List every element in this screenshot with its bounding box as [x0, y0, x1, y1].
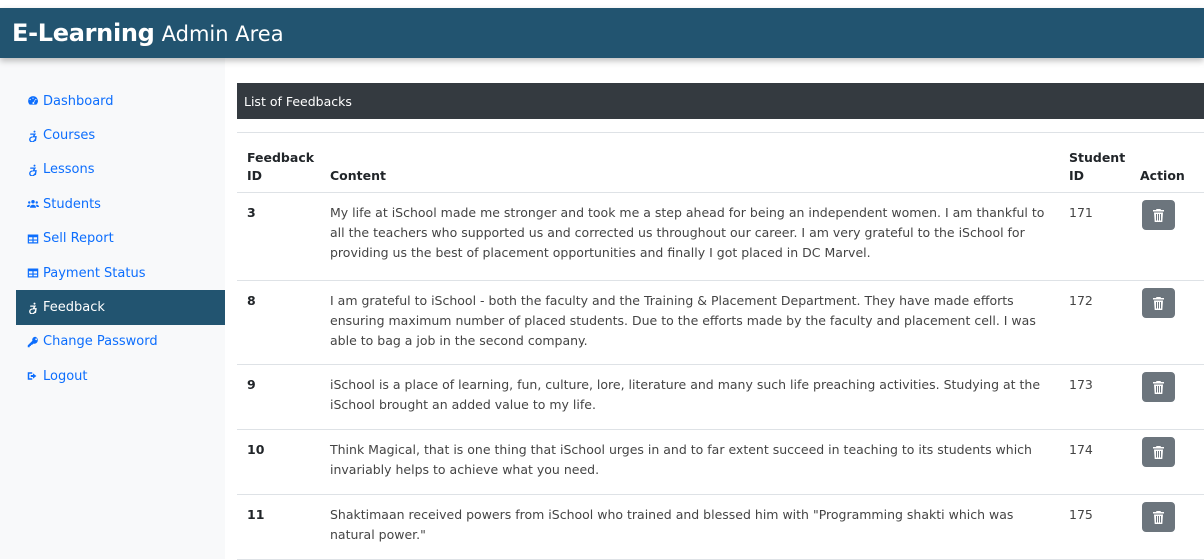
sidebar-item-logout[interactable]: Logout — [16, 359, 225, 393]
student-id-cell: 174 — [1059, 429, 1130, 495]
feedback-table: Feedback ID Content Student ID Action 3 My… — [237, 132, 1204, 560]
feedback-id-cell: 11 — [237, 494, 320, 560]
table-row: 8 I am grateful to iSchool - both the fa… — [237, 280, 1204, 365]
table-icon — [27, 233, 39, 245]
sidebar-item-feedback[interactable]: Feedback — [16, 290, 225, 325]
sidebar-item-lessons[interactable]: Lessons — [16, 153, 225, 187]
delete-button[interactable] — [1142, 200, 1175, 230]
action-cell — [1130, 429, 1204, 495]
accessible-icon — [27, 130, 39, 142]
accessible-icon — [27, 302, 39, 314]
table-row: 9 iSchool is a place of learning, fun, c… — [237, 364, 1204, 430]
trash-icon — [1153, 445, 1164, 459]
feedback-content-cell: Think Magical, that is one thing that iS… — [320, 429, 1059, 495]
feedback-id-cell: 9 — [237, 364, 320, 430]
column-header-content: Content — [320, 132, 1059, 193]
sidebar-item-dashboard[interactable]: Dashboard — [16, 84, 225, 118]
student-id-cell: 171 — [1059, 192, 1130, 281]
column-header-text: ID — [247, 168, 263, 183]
feedback-id-cell: 8 — [237, 280, 320, 365]
trash-icon — [1153, 296, 1164, 310]
trash-icon — [1153, 380, 1164, 394]
feedback-id-cell: 3 — [237, 192, 320, 281]
sidebar-item-students[interactable]: Students — [16, 187, 225, 221]
feedback-id-cell: 10 — [237, 429, 320, 495]
delete-button[interactable] — [1142, 288, 1175, 318]
sidebar-item-change-password[interactable]: Change Password — [16, 325, 225, 359]
table-row: 3 My life at iSchool made me stronger an… — [237, 192, 1204, 281]
sidebar: Dashboard Courses Lessons Students Sell … — [0, 58, 225, 559]
column-header-text: Student — [1069, 150, 1126, 165]
action-cell — [1130, 364, 1204, 430]
accessible-icon — [27, 164, 39, 176]
delete-button[interactable] — [1142, 502, 1175, 532]
action-cell — [1130, 494, 1204, 560]
feedback-content-cell: Shaktimaan received powers from iSchool … — [320, 494, 1059, 560]
sidebar-item-payment-status[interactable]: Payment Status — [16, 256, 225, 290]
table-row: 11 Shaktimaan received powers from iScho… — [237, 494, 1204, 560]
table-header-row: Feedback ID Content Student ID Action — [237, 132, 1204, 193]
column-header-text: Feedback — [247, 150, 315, 165]
action-cell — [1130, 192, 1204, 281]
sidebar-item-label: Students — [43, 196, 101, 212]
main-content: List of Feedbacks Feedback ID Content Stu… — [237, 83, 1204, 560]
sidebar-item-label: Change Password — [43, 334, 158, 350]
table-row: 10 Think Magical, that is one thing that… — [237, 429, 1204, 495]
panel-title: List of Feedbacks — [237, 83, 1204, 119]
top-navbar: E-Learning Admin Area — [0, 8, 1204, 58]
table-body: 3 My life at iSchool made me stronger an… — [237, 192, 1204, 560]
student-id-cell: 175 — [1059, 494, 1130, 560]
users-icon — [27, 198, 39, 210]
trash-icon — [1153, 510, 1164, 524]
column-header-student-id: Student ID — [1059, 132, 1130, 193]
brand-rest: Admin Area — [161, 22, 284, 46]
column-header-feedback-id: Feedback ID — [237, 132, 320, 193]
brand-bold: E-Learning — [12, 19, 155, 47]
student-id-cell: 172 — [1059, 280, 1130, 365]
feedback-content-cell: I am grateful to iSchool - both the facu… — [320, 280, 1059, 365]
trash-icon — [1153, 208, 1164, 222]
action-cell — [1130, 280, 1204, 365]
sidebar-nav: Dashboard Courses Lessons Students Sell … — [16, 84, 225, 394]
feedback-content-cell: My life at iSchool made me stronger and … — [320, 192, 1059, 281]
feedback-content-cell: iSchool is a place of learning, fun, cul… — [320, 364, 1059, 430]
sidebar-item-label: Payment Status — [43, 265, 146, 281]
sidebar-item-label: Courses — [43, 128, 96, 144]
sidebar-item-label: Lessons — [43, 162, 95, 178]
sidebar-item-label: Feedback — [43, 300, 105, 316]
sidebar-item-label: Dashboard — [43, 93, 114, 109]
tachometer-icon — [27, 95, 39, 107]
table-icon — [27, 267, 39, 279]
delete-button[interactable] — [1142, 437, 1175, 467]
sign-out-icon — [27, 370, 39, 382]
column-header-action: Action — [1130, 132, 1204, 193]
student-id-cell: 173 — [1059, 364, 1130, 430]
sidebar-item-sell-report[interactable]: Sell Report — [16, 222, 225, 256]
sidebar-item-label: Sell Report — [43, 231, 114, 247]
delete-button[interactable] — [1142, 372, 1175, 402]
sidebar-item-label: Logout — [43, 368, 88, 384]
key-icon — [27, 336, 39, 348]
sidebar-item-courses[interactable]: Courses — [16, 118, 225, 152]
column-header-text: ID — [1069, 168, 1085, 183]
table-header: Feedback ID Content Student ID Action — [237, 132, 1204, 193]
brand-title[interactable]: E-Learning Admin Area — [12, 19, 284, 47]
